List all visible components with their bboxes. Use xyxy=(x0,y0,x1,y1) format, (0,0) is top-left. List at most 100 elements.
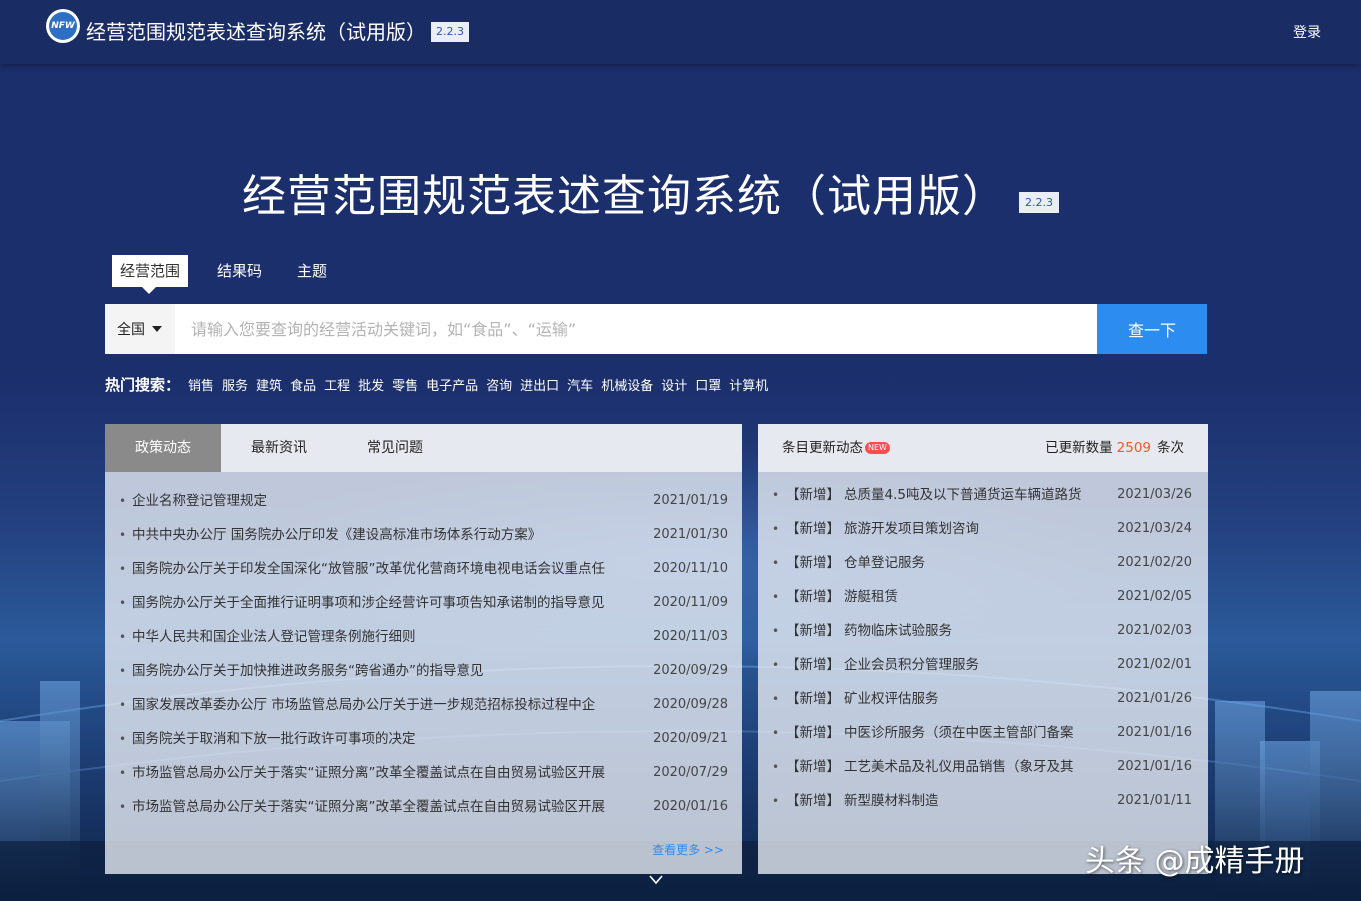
bullet-icon: • xyxy=(119,494,127,508)
hot-search-item[interactable]: 建筑 xyxy=(256,375,282,394)
news-item[interactable]: • 企业名称登记管理规定 2021/01/19 xyxy=(105,484,742,518)
update-title: 矿业权评估服务 xyxy=(844,691,939,707)
update-item[interactable]: • 【新增】 新型膜材料制造 2021/01/11 xyxy=(758,784,1208,818)
hot-search-item[interactable]: 设计 xyxy=(661,375,687,394)
news-title: 中华人民共和国企业法人登记管理条例施行细则 xyxy=(132,629,416,645)
update-item[interactable]: • 【新增】 游艇租赁 2021/02/05 xyxy=(758,580,1208,614)
search-input[interactable] xyxy=(175,304,1097,354)
news-item[interactable]: • 国务院办公厅关于印发全国深化“放管服”改革优化营商环境电视电话会议重点任 202… xyxy=(105,552,742,586)
hot-search-item[interactable]: 服务 xyxy=(222,375,248,394)
hot-search-item[interactable]: 机械设备 xyxy=(601,375,653,394)
update-tag: 【新增】 xyxy=(786,487,840,503)
tab-topic[interactable]: 主题 xyxy=(297,255,327,287)
news-title: 国务院关于取消和下放一批行政许可事项的决定 xyxy=(132,731,416,747)
update-date: 2021/01/16 xyxy=(1117,725,1192,740)
hot-search-item[interactable]: 咨询 xyxy=(486,375,512,394)
update-item[interactable]: • 【新增】 企业会员积分管理服务 2021/02/01 xyxy=(758,648,1208,682)
bullet-icon: • xyxy=(119,800,127,814)
news-item[interactable]: • 中共中央办公厅 国务院办公厅印发《建设高标准市场体系行动方案》 2021/01/… xyxy=(105,518,742,552)
updates-title: 条目更新动态 NEW xyxy=(782,424,890,472)
news-date: 2020/09/28 xyxy=(653,697,728,712)
region-value: 全国 xyxy=(117,322,145,338)
updates-panel-header: 条目更新动态 NEW 已更新数量 2509 条次 xyxy=(758,424,1208,472)
hot-search: 热门搜索： 销售 服务 建筑 食品 工程 批发 零售 电子产品 咨询 进出口 汽… xyxy=(105,374,776,395)
hot-search-item[interactable]: 工程 xyxy=(324,375,350,394)
news-item[interactable]: • 国务院办公厅关于加快推进政务服务“跨省通办”的指导意见 2020/09/29 xyxy=(105,654,742,688)
update-tag: 【新增】 xyxy=(786,691,840,707)
view-more-link[interactable]: 查看更多 >> xyxy=(652,841,724,858)
news-item[interactable]: • 中华人民共和国企业法人登记管理条例施行细则 2020/11/03 xyxy=(105,620,742,654)
news-title: 中共中央办公厅 国务院办公厅印发《建设高标准市场体系行动方案》 xyxy=(132,527,542,543)
update-item[interactable]: • 【新增】 总质量4.5吨及以下普通货运车辆道路货 2021/03/26 xyxy=(758,478,1208,512)
bullet-icon: • xyxy=(772,488,780,502)
update-item[interactable]: • 【新增】 工艺美术品及礼仪用品销售（象牙及其 2021/01/16 xyxy=(758,750,1208,784)
version-badge: 2.2.3 xyxy=(431,22,469,42)
update-title: 游艇租赁 xyxy=(844,589,898,605)
update-date: 2021/02/20 xyxy=(1117,555,1192,570)
bullet-icon: • xyxy=(119,664,127,678)
update-count-unit: 条次 xyxy=(1157,440,1184,456)
news-item[interactable]: • 市场监管总局办公厅关于落实“证照分离”改革全覆盖试点在自由贸易试验区开展 202… xyxy=(105,756,742,790)
hot-search-item[interactable]: 零售 xyxy=(392,375,418,394)
hot-search-item[interactable]: 计算机 xyxy=(729,375,768,394)
update-title: 药物临床试验服务 xyxy=(844,623,952,639)
logo-text: NFW xyxy=(49,12,77,40)
update-date: 2021/01/26 xyxy=(1117,691,1192,706)
news-item[interactable]: • 市场监管总局办公厅关于落实“证照分离”改革全覆盖试点在自由贸易试验区开展 202… xyxy=(105,790,742,824)
news-date: 2020/09/21 xyxy=(653,731,728,746)
search-button[interactable]: 查一下 xyxy=(1097,304,1207,354)
new-badge: NEW xyxy=(865,442,890,454)
update-count: 已更新数量 2509 条次 xyxy=(1045,424,1184,472)
tab-business-scope[interactable]: 经营范围 xyxy=(112,255,189,294)
hot-search-item[interactable]: 销售 xyxy=(188,375,214,394)
update-tag: 【新增】 xyxy=(786,725,840,741)
update-item[interactable]: • 【新增】 仓单登记服务 2021/02/20 xyxy=(758,546,1208,580)
update-item[interactable]: • 【新增】 矿业权评估服务 2021/01/26 xyxy=(758,682,1208,716)
news-title: 国务院办公厅关于印发全国深化“放管服”改革优化营商环境电视电话会议重点任 xyxy=(132,561,605,577)
news-title: 国务院办公厅关于全面推行证明事项和涉企经营许可事项告知承诺制的指导意见 xyxy=(132,595,605,611)
bullet-icon: • xyxy=(119,596,127,610)
update-title: 旅游开发项目策划咨询 xyxy=(844,521,979,537)
hot-search-item[interactable]: 进出口 xyxy=(520,375,559,394)
logo-icon[interactable]: NFW xyxy=(46,9,80,43)
hot-search-item[interactable]: 汽车 xyxy=(567,375,593,394)
hot-search-item[interactable]: 食品 xyxy=(290,375,316,394)
news-item[interactable]: • 国务院办公厅关于全面推行证明事项和涉企经营许可事项告知承诺制的指导意见 2020… xyxy=(105,586,742,620)
news-date: 2020/11/09 xyxy=(653,595,728,610)
bullet-icon: • xyxy=(772,794,780,808)
news-title: 市场监管总局办公厅关于落实“证照分离”改革全覆盖试点在自由贸易试验区开展 xyxy=(132,765,605,781)
update-date: 2021/02/05 xyxy=(1117,589,1192,604)
scroll-down-chevron-icon[interactable] xyxy=(648,872,664,888)
update-date: 2021/01/11 xyxy=(1117,793,1192,808)
news-item[interactable]: • 国务院关于取消和下放一批行政许可事项的决定 2020/09/21 xyxy=(105,722,742,756)
tab-policy-news[interactable]: 政策动态 xyxy=(105,424,221,472)
region-select[interactable]: 全国 xyxy=(105,304,175,354)
update-title: 工艺美术品及礼仪用品销售（象牙及其 xyxy=(844,759,1074,775)
update-tag: 【新增】 xyxy=(786,589,840,605)
news-title: 企业名称登记管理规定 xyxy=(132,493,267,509)
login-link[interactable]: 登录 xyxy=(1293,22,1321,42)
update-tag: 【新增】 xyxy=(786,623,840,639)
hot-search-item[interactable]: 口罩 xyxy=(695,375,721,394)
news-item[interactable]: • 国家发展改革委办公厅 市场监管总局办公厅关于进一步规范招标投标过程中企 2020… xyxy=(105,688,742,722)
update-item[interactable]: • 【新增】 药物临床试验服务 2021/02/03 xyxy=(758,614,1208,648)
hero-title: 经营范围规范表述查询系统（试用版） xyxy=(242,171,1007,222)
update-item[interactable]: • 【新增】 中医诊所服务（须在中医主管部门备案 2021/01/16 xyxy=(758,716,1208,750)
news-title: 国家发展改革委办公厅 市场监管总局办公厅关于进一步规范招标投标过程中企 xyxy=(132,697,596,713)
tab-faq[interactable]: 常见问题 xyxy=(337,424,453,472)
tab-result-code[interactable]: 结果码 xyxy=(217,255,262,287)
hot-search-item[interactable]: 批发 xyxy=(358,375,384,394)
bullet-icon: • xyxy=(772,522,780,536)
news-date: 2021/01/30 xyxy=(653,527,728,542)
bullet-icon: • xyxy=(772,760,780,774)
news-date: 2021/01/19 xyxy=(653,493,728,508)
hot-search-item[interactable]: 电子产品 xyxy=(426,375,478,394)
news-date: 2020/07/29 xyxy=(653,765,728,780)
tab-latest-info[interactable]: 最新资讯 xyxy=(221,424,337,472)
news-date: 2020/09/29 xyxy=(653,663,728,678)
update-item[interactable]: • 【新增】 旅游开发项目策划咨询 2021/03/24 xyxy=(758,512,1208,546)
news-panel-tabs: 政策动态 最新资讯 常见问题 xyxy=(105,424,742,472)
bullet-icon: • xyxy=(772,556,780,570)
news-title: 市场监管总局办公厅关于落实“证照分离”改革全覆盖试点在自由贸易试验区开展 xyxy=(132,799,605,815)
update-title: 中医诊所服务（须在中医主管部门备案 xyxy=(844,725,1074,741)
